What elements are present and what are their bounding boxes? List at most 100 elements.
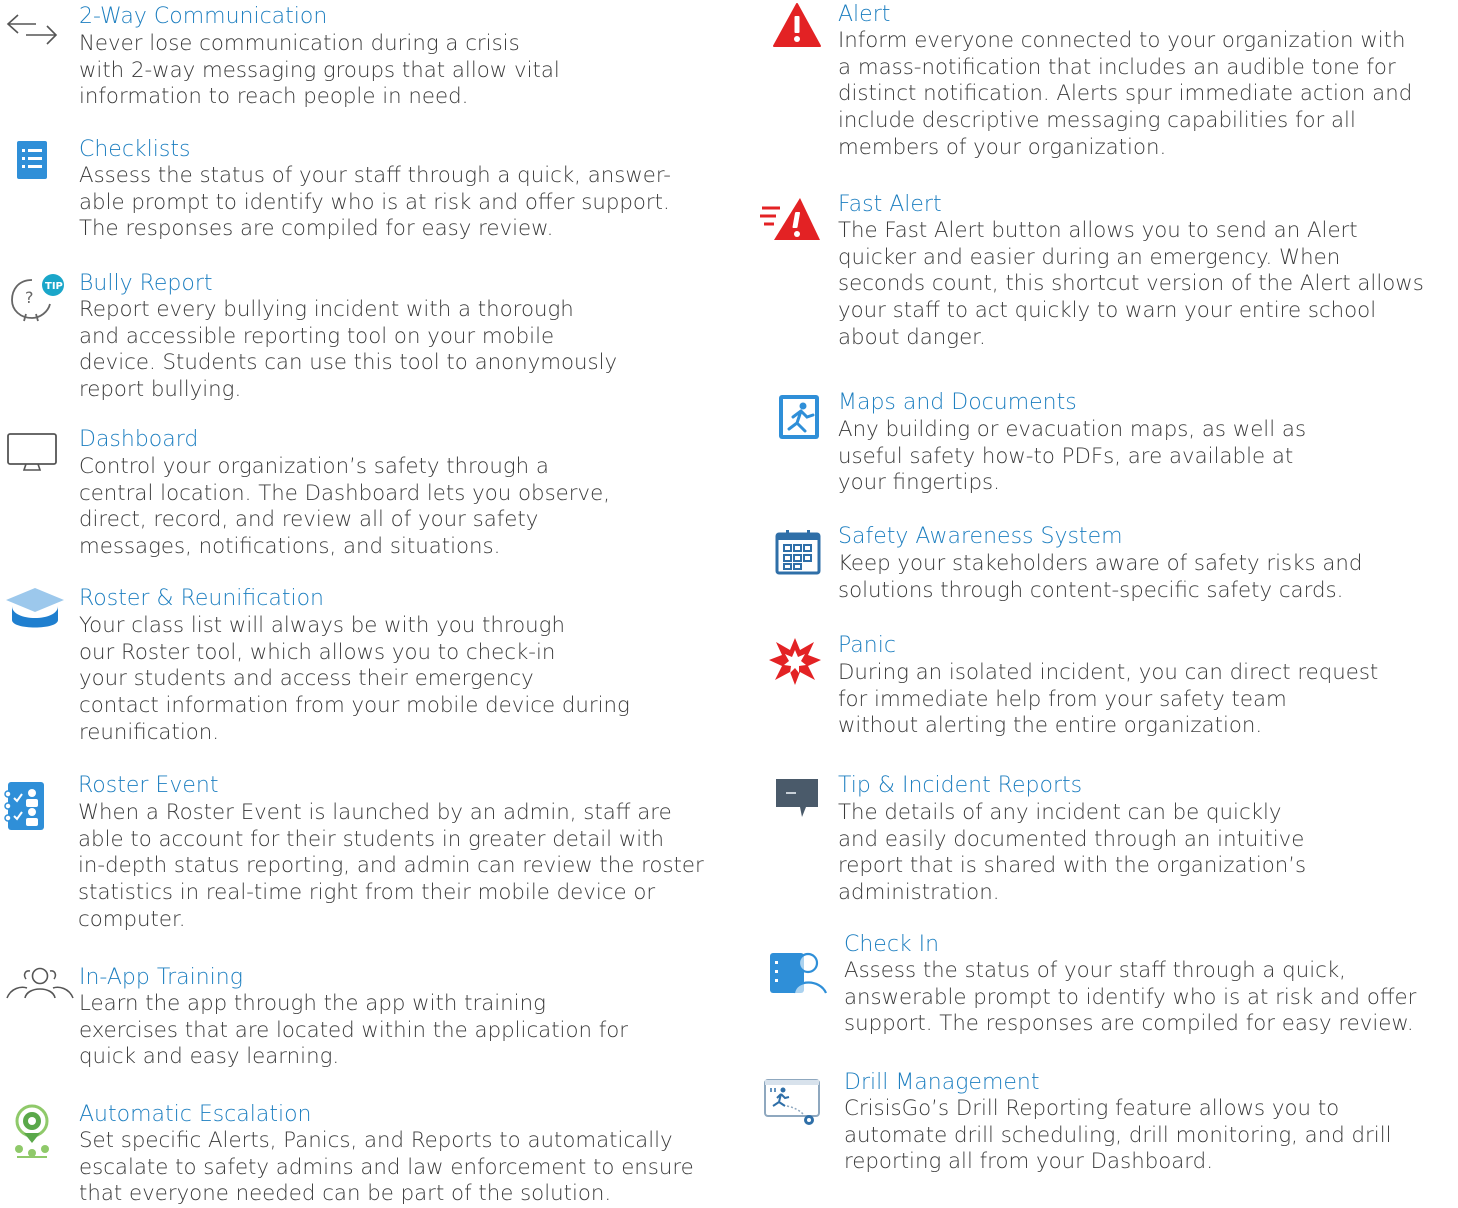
- feature-title: Roster Event: [78, 773, 219, 798]
- description-line: The details of any incident can be quick…: [838, 800, 1282, 825]
- location-pins-icon: [13, 1103, 51, 1159]
- drill-runner-gear-icon: [763, 1076, 825, 1126]
- check-in-person-icon: [770, 949, 828, 995]
- roster-notebook-icon: [4, 782, 44, 830]
- description-line: During an isolated incident, you can dir…: [838, 660, 1379, 685]
- description-line: about danger.: [838, 324, 986, 350]
- description-line: Your class list will always be with you …: [79, 613, 565, 638]
- description-line: Assess the status of your staff through …: [844, 958, 1346, 983]
- description-line: with 2-way messaging groups that allow v…: [79, 57, 560, 83]
- feature-title: In-App Training: [79, 965, 243, 990]
- description-line: that everyone needed can be part of the …: [79, 1181, 612, 1207]
- description-line: automate drill scheduling, drill monitor…: [844, 1122, 1392, 1148]
- description-line: your students and access their emergency: [79, 666, 534, 692]
- feature-description: When a Roster Event is launched by an ad…: [78, 800, 704, 934]
- description-line: seconds count, this shortcut version of …: [838, 271, 1424, 297]
- description-line: able to account for their students in gr…: [78, 826, 665, 852]
- feature-title: Bully Report: [79, 271, 213, 296]
- two-way-arrows-icon: [6, 12, 60, 46]
- description-line: exercises that are located within the ap…: [79, 1017, 629, 1043]
- feature-title: Checklists: [79, 137, 191, 162]
- description-line: Learn the app through the app with train…: [79, 991, 546, 1016]
- description-line: and accessible reporting tool on your mo…: [79, 323, 555, 349]
- feature-description: Control your organization’s safety throu…: [79, 454, 610, 561]
- description-line: a mass-notification that includes an aud…: [838, 54, 1396, 80]
- description-line: escalate to safety admins and law enforc…: [79, 1154, 694, 1180]
- description-line: without alerting the entire organization…: [838, 713, 1263, 739]
- feature-description: Report every bullying incident with a th…: [79, 297, 617, 404]
- chat-bubble-icon: [776, 779, 818, 819]
- description-line: quick and easy learning.: [79, 1044, 340, 1070]
- feature-description: Never lose communication during a crisis…: [79, 31, 560, 111]
- feature-title: Safety Awareness System: [838, 524, 1123, 549]
- feature-description: CrisisGo’s Drill Reporting feature allow…: [844, 1096, 1392, 1176]
- description-line: Control your organization’s safety throu…: [79, 454, 549, 479]
- svg-text:?: ?: [25, 288, 34, 307]
- description-line: in-depth status reporting, and admin can…: [78, 853, 704, 879]
- description-line: messages, notifications, and situations.: [79, 534, 501, 560]
- feature-description: Inform everyone connected to your organi…: [838, 28, 1412, 162]
- svg-text:TIP: TIP: [45, 281, 63, 292]
- feature-description: Assess the status of your staff through …: [79, 163, 671, 243]
- feature-title: Check In: [844, 932, 940, 957]
- description-line: reunification.: [79, 719, 220, 745]
- description-line: solutions through content-specific safet…: [838, 577, 1344, 603]
- feature-description: Keep your stakeholders aware of safety r…: [838, 551, 1362, 604]
- feature-description: The details of any incident can be quick…: [838, 800, 1306, 907]
- description-line: Set specific Alerts, Panics, and Reports…: [79, 1128, 673, 1153]
- description-line: The Fast Alert button allows you to send…: [838, 218, 1358, 243]
- feature-title: Automatic Escalation: [79, 1102, 312, 1127]
- description-line: members of your organization.: [838, 134, 1167, 160]
- description-line: information to reach people in need.: [79, 84, 469, 110]
- feature-title: Fast Alert: [838, 192, 942, 217]
- description-line: CrisisGo’s Drill Reporting feature allow…: [844, 1096, 1340, 1121]
- description-line: The responses are compiled for easy revi…: [79, 216, 554, 242]
- feature-title: Dashboard: [79, 427, 199, 452]
- description-line: direct, record, and review all of your s…: [79, 507, 539, 533]
- description-line: distinct notification. Alerts spur immed…: [838, 81, 1413, 107]
- feature-description: The Fast Alert button allows you to send…: [838, 218, 1424, 352]
- description-line: Report every bullying incident with a th…: [79, 297, 574, 322]
- description-line: useful safety how-to PDFs, are available…: [838, 443, 1294, 469]
- description-line: quicker and easier during an emergency. …: [838, 244, 1341, 270]
- calendar-grid-icon: [775, 529, 821, 575]
- description-line: administration.: [838, 880, 1000, 906]
- description-line: When a Roster Event is launched by an ad…: [78, 800, 672, 825]
- description-line: Keep your stakeholders aware of safety r…: [838, 551, 1363, 576]
- alert-triangle-icon: [772, 2, 822, 48]
- description-line: reporting all from your Dashboard.: [844, 1149, 1213, 1175]
- description-line: and easily documented through an intuiti…: [838, 826, 1305, 852]
- feature-description: Learn the app through the app with train…: [79, 991, 628, 1071]
- monitor-icon: [6, 432, 58, 474]
- description-line: contact information from your mobile dev…: [79, 693, 630, 719]
- description-line: Never lose communication during a crisis: [79, 31, 520, 56]
- feature-description: Your class list will always be with you …: [79, 613, 630, 747]
- description-line: your staff to act quickly to warn your e…: [838, 298, 1377, 324]
- description-line: Inform everyone connected to your organi…: [838, 28, 1406, 53]
- description-line: able prompt to identify who is at risk a…: [79, 189, 670, 215]
- description-line: statistics in real-time right from their…: [78, 880, 656, 906]
- feature-description: Assess the status of your staff through …: [844, 958, 1416, 1038]
- description-line: Any building or evacuation maps, as well…: [838, 417, 1307, 442]
- feature-title: Panic: [838, 633, 896, 658]
- description-line: include descriptive messaging capabiliti…: [838, 108, 1356, 134]
- feature-description: Any building or evacuation maps, as well…: [838, 417, 1306, 497]
- checklist-icon: [17, 141, 47, 179]
- graduation-cap-icon: [4, 586, 66, 630]
- panic-burst-icon: [768, 636, 822, 686]
- description-line: report bullying.: [79, 377, 242, 403]
- feature-title: Maps and Documents: [838, 390, 1077, 415]
- description-line: our Roster tool, which allows you to che…: [79, 639, 556, 665]
- feature-title: Alert: [838, 2, 891, 27]
- feature-title: Drill Management: [844, 1070, 1040, 1095]
- feature-description: Set specific Alerts, Panics, and Reports…: [79, 1128, 694, 1208]
- description-line: your fingertips.: [838, 470, 1000, 496]
- description-line: for immediate help from your safety team: [838, 686, 1287, 712]
- description-line: report that is shared with the organizat…: [838, 853, 1307, 879]
- feature-description: During an isolated incident, you can dir…: [838, 660, 1378, 740]
- description-line: Assess the status of your staff through …: [79, 163, 671, 188]
- fast-alert-icon: [760, 196, 822, 242]
- description-line: answerable prompt to identify who is at …: [844, 984, 1417, 1010]
- tip-bubble-icon: ? TIP: [8, 272, 66, 322]
- description-line: device. Students can use this tool to an…: [79, 350, 618, 376]
